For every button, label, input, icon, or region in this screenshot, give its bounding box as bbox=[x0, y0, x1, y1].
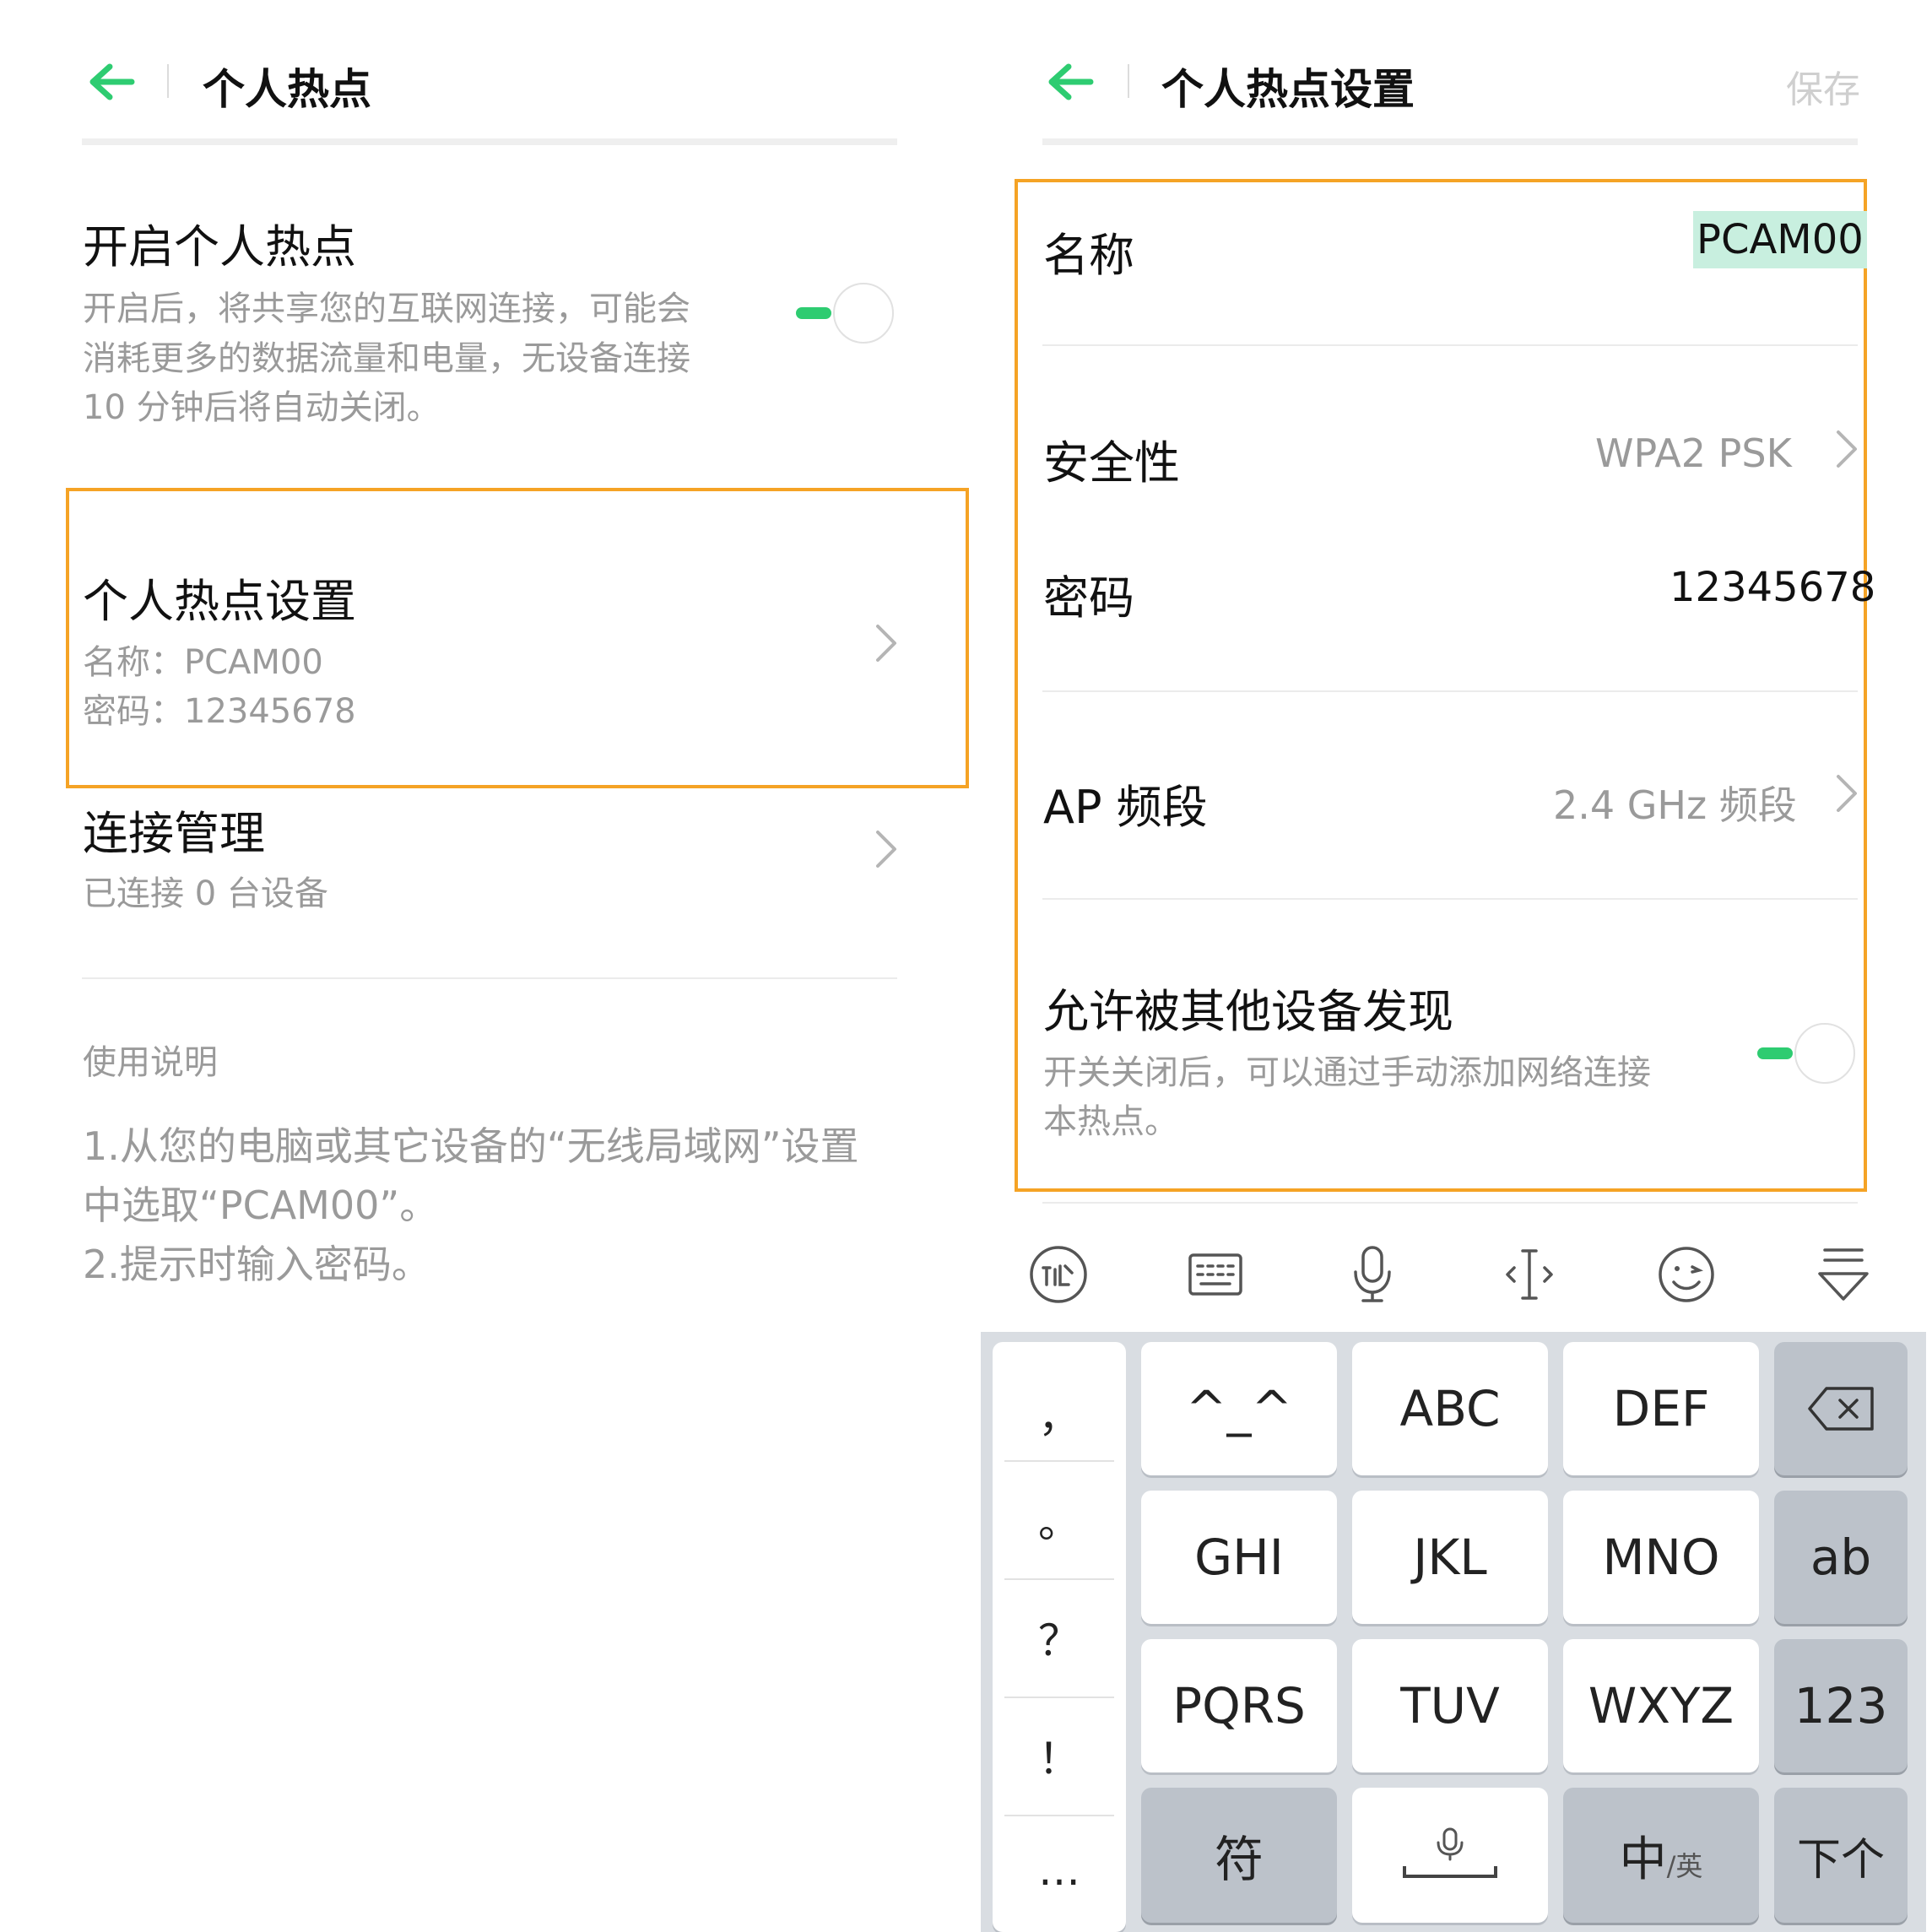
key-mno[interactable]: MNO bbox=[1563, 1491, 1759, 1624]
backspace-icon bbox=[1808, 1387, 1874, 1431]
symbol-column: ， 。 ？ ！ … bbox=[993, 1342, 1126, 1932]
chevron-right-icon bbox=[874, 623, 898, 663]
discoverable-toggle[interactable] bbox=[1757, 1021, 1859, 1085]
connection-management-subtitle: 已连接 0 台设备 bbox=[83, 874, 328, 913]
chevron-right-icon bbox=[1835, 773, 1859, 814]
backspace-key[interactable] bbox=[1774, 1342, 1908, 1475]
collapse-keyboard-icon[interactable] bbox=[1810, 1241, 1877, 1308]
name-input[interactable]: PCAM00 bbox=[1693, 211, 1867, 268]
name-label: 名称 bbox=[1043, 229, 1134, 282]
chevron-right-icon bbox=[874, 829, 898, 869]
header-divider bbox=[1128, 64, 1129, 98]
key-next[interactable]: 下个 bbox=[1774, 1788, 1908, 1923]
page-title: 个人热点 bbox=[203, 65, 371, 114]
save-button[interactable]: 保存 bbox=[1786, 59, 1860, 113]
key-123[interactable]: 123 bbox=[1774, 1639, 1908, 1772]
key-emoticon[interactable]: ^_^ bbox=[1141, 1342, 1337, 1475]
key-def[interactable]: DEF bbox=[1563, 1342, 1759, 1475]
header-divider bbox=[167, 64, 169, 98]
key-pqrs[interactable]: PQRS bbox=[1141, 1639, 1337, 1772]
ime-logo-icon[interactable] bbox=[1025, 1241, 1092, 1308]
key-wxyz[interactable]: WXYZ bbox=[1563, 1639, 1759, 1772]
ap-band-value: 2.4 GHz 频段 bbox=[1553, 782, 1797, 828]
row-divider bbox=[1042, 344, 1858, 346]
discoverable-desc-line-2: 本热点。 bbox=[1043, 1102, 1178, 1141]
security-value: WPA2 PSK bbox=[1595, 430, 1792, 476]
space-key[interactable] bbox=[1352, 1788, 1548, 1923]
language-sub: /英 bbox=[1666, 1850, 1703, 1882]
symbol-key[interactable]: ？ bbox=[993, 1580, 1126, 1695]
keyboard-icon[interactable] bbox=[1182, 1241, 1249, 1308]
hotspot-password-line: 密码：12345678 bbox=[83, 692, 356, 731]
enable-desc-line-1: 开启后，将共享您的互联网连接，可能会 bbox=[83, 290, 690, 328]
enable-hotspot-title: 开启个人热点 bbox=[83, 220, 356, 273]
enable-desc-line-2: 消耗更多的数据流量和电量，无设备连接 bbox=[83, 339, 690, 378]
header-underline bbox=[1042, 138, 1858, 145]
header-underline bbox=[82, 138, 897, 145]
enable-desc-line-3: 10 分钟后将自动关闭。 bbox=[83, 388, 441, 427]
symbol-key[interactable]: … bbox=[993, 1816, 1126, 1924]
symbol-key[interactable]: 。 bbox=[993, 1462, 1126, 1577]
discoverable-title: 允许被其他设备发现 bbox=[1043, 985, 1453, 1038]
keyboard-toolbar bbox=[981, 1217, 1926, 1332]
hotspot-settings-title: 个人热点设置 bbox=[83, 575, 356, 628]
symbol-key[interactable]: ， bbox=[993, 1367, 1126, 1460]
key-tuv[interactable]: TUV bbox=[1352, 1639, 1548, 1772]
chevron-right-icon bbox=[1835, 429, 1859, 469]
password-label: 密码 bbox=[1043, 571, 1134, 625]
key-ab[interactable]: ab bbox=[1774, 1491, 1908, 1624]
usage-line-1: 1.从您的电脑或其它设备的“无线局域网”设置 bbox=[83, 1123, 859, 1169]
hotspot-name-line: 名称：PCAM00 bbox=[83, 643, 323, 682]
usage-heading: 使用说明 bbox=[83, 1043, 218, 1082]
page-title: 个人热点设置 bbox=[1161, 65, 1415, 114]
space-mic-icon bbox=[1403, 1827, 1497, 1878]
discoverable-desc-line-1: 开关关闭后，可以通过手动添加网络连接 bbox=[1043, 1053, 1651, 1092]
back-arrow-icon[interactable] bbox=[1047, 63, 1094, 100]
key-jkl[interactable]: JKL bbox=[1352, 1491, 1548, 1624]
section-divider bbox=[82, 977, 897, 979]
key-symbols[interactable]: 符 bbox=[1141, 1788, 1337, 1923]
key-language[interactable]: 中/英 bbox=[1563, 1788, 1759, 1923]
usage-line-3: 2.提示时输入密码。 bbox=[83, 1242, 430, 1287]
usage-line-2: 中选取“PCAM00”。 bbox=[83, 1182, 439, 1228]
password-input[interactable]: 12345678 bbox=[1670, 564, 1875, 611]
microphone-icon[interactable] bbox=[1339, 1241, 1406, 1308]
key-abc[interactable]: ABC bbox=[1352, 1342, 1548, 1475]
back-arrow-icon[interactable] bbox=[88, 63, 135, 100]
ap-band-label: AP 频段 bbox=[1043, 781, 1208, 834]
cursor-icon[interactable] bbox=[1496, 1241, 1563, 1308]
row-divider bbox=[1042, 898, 1858, 900]
emoji-icon[interactable] bbox=[1653, 1241, 1720, 1308]
connection-management-title: 连接管理 bbox=[83, 807, 265, 860]
row-divider bbox=[1042, 690, 1858, 692]
language-main: 中 bbox=[1619, 1832, 1667, 1887]
symbol-key[interactable]: ！ bbox=[993, 1698, 1126, 1813]
section-divider bbox=[1042, 1202, 1858, 1204]
key-ghi[interactable]: GHI bbox=[1141, 1491, 1337, 1624]
enable-hotspot-toggle[interactable] bbox=[796, 281, 897, 345]
security-label: 安全性 bbox=[1043, 436, 1180, 490]
